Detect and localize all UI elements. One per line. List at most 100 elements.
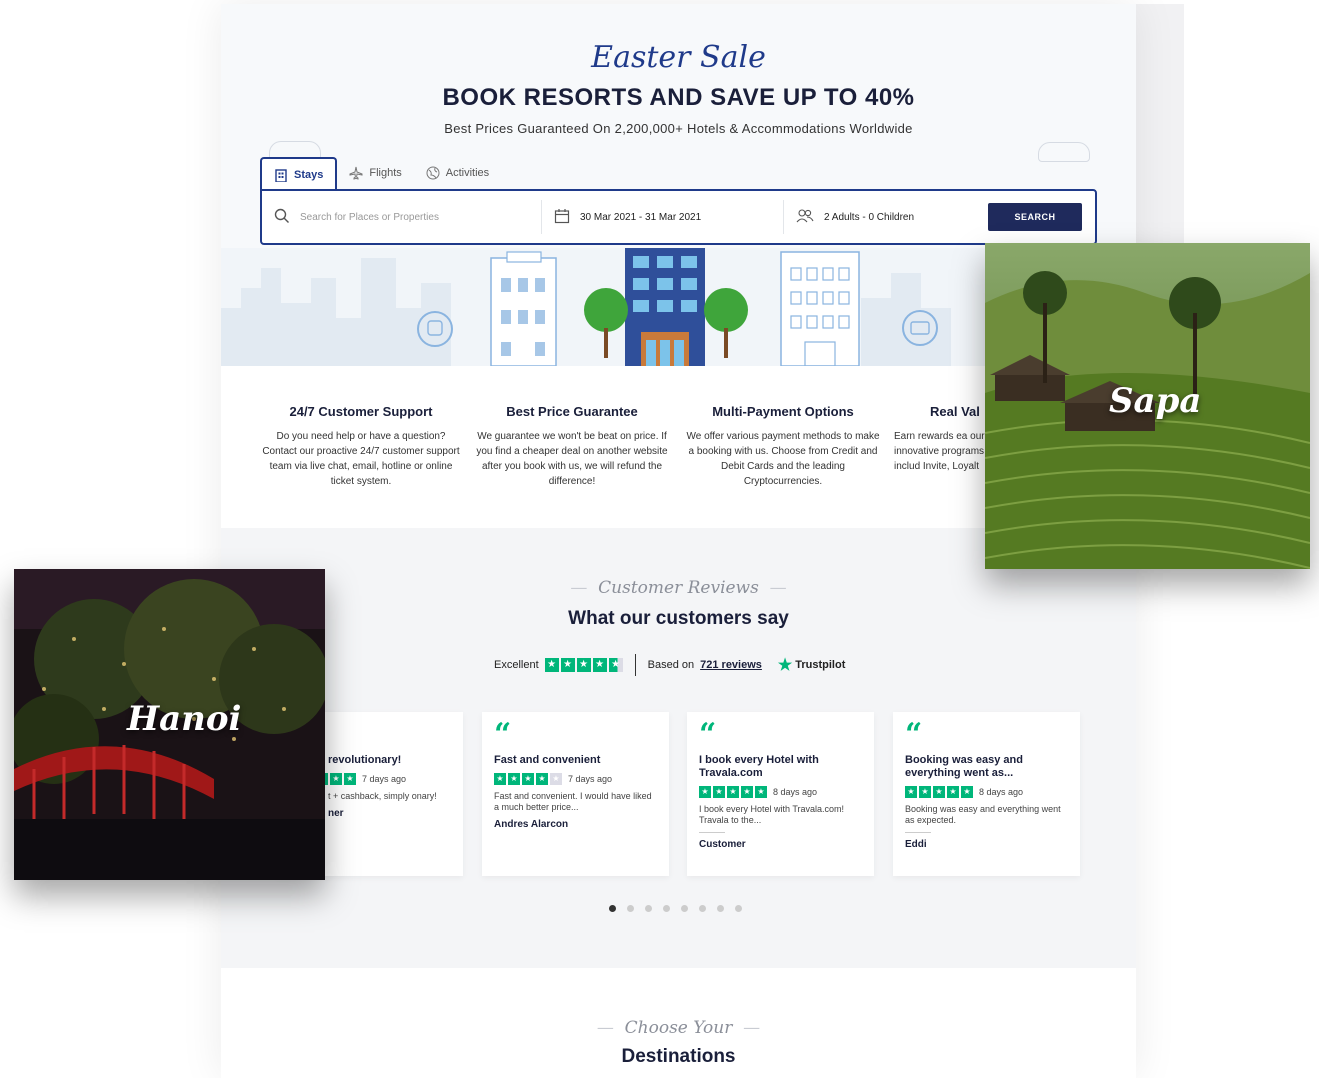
feature-real-value: Real Val Earn rewards ea our innovative …: [894, 404, 994, 474]
review-card[interactable]: “ Fast and convenient ★ ★ ★ ★ ★ 7 days a…: [482, 712, 669, 876]
feature-title: Best Price Guarantee: [506, 404, 638, 419]
rating-stars: ★ ★ ★ ★ ★: [699, 786, 767, 798]
feature-title: 24/7 Customer Support: [289, 404, 433, 419]
hero-title: BOOK RESORTS AND SAVE UP TO 40%: [442, 84, 915, 111]
search-tabs: Stays Flights Activities: [260, 157, 501, 191]
divider: [905, 832, 931, 833]
hanoi-photo: Hanoi: [14, 569, 325, 880]
feature-text: Do you need help or have a question? Con…: [262, 431, 460, 487]
feature-title: Multi-Payment Options: [712, 404, 854, 419]
tab-stays[interactable]: Stays: [260, 157, 338, 191]
cloud-decoration: [1038, 142, 1090, 162]
search-button[interactable]: SEARCH: [988, 203, 1082, 231]
star-icon: ★: [919, 786, 931, 798]
review-card[interactable]: “ I book every Hotel with Travala.com ★ …: [687, 712, 874, 876]
star-icon: ★: [536, 773, 548, 785]
search-icon: [274, 208, 290, 227]
sapa-label: Sapa: [1109, 381, 1202, 421]
page-shadow: [1136, 4, 1184, 244]
star-icon: ★: [576, 658, 591, 672]
pager-dot[interactable]: [699, 905, 706, 912]
star-icon: ★: [741, 786, 753, 798]
rating-word: Excellent: [494, 659, 539, 671]
star-icon: ★: [344, 773, 356, 785]
star-icon: ★: [755, 786, 767, 798]
review-text: Booking was easy and everything went as …: [905, 804, 1061, 825]
trustpilot-summary: Excellent ★ ★ ★ ★ ★ Based on 721 reviews…: [494, 654, 845, 676]
star-icon: ★: [727, 786, 739, 798]
search-bar: Search for Places or Properties 30 Mar 2…: [260, 189, 1097, 245]
sale-script-title: Easter Sale: [591, 40, 766, 75]
reviews-script-title: — Customer Reviews —: [570, 578, 787, 598]
review-rating: ★ ★ ★ ★ ★ 7 days ago: [494, 773, 657, 785]
feature-multi-payment: Multi-Payment Options We offer various p…: [683, 404, 883, 489]
star-icon: ★: [713, 786, 725, 798]
reviews-count-link[interactable]: 721 reviews: [700, 659, 762, 671]
star-icon: ★: [592, 658, 607, 672]
review-date: 8 days ago: [773, 787, 818, 797]
review-date: 7 days ago: [362, 774, 407, 784]
globe-icon: [426, 166, 440, 180]
building-icon: [274, 168, 288, 182]
search-placeholder: Search for Places or Properties: [300, 211, 439, 223]
carousel-pager: [609, 905, 742, 912]
review-title: Fast and convenient: [494, 754, 601, 766]
tab-label: Activities: [445, 167, 490, 179]
hero-subtitle: Best Prices Guaranteed On 2,200,000+ Hot…: [444, 121, 913, 136]
plane-icon: [349, 166, 363, 180]
date-range-field[interactable]: 30 Mar 2021 - 31 Mar 2021: [542, 200, 784, 234]
quote-icon: “: [699, 717, 717, 752]
review-author: Eddi: [905, 839, 927, 850]
star-icon: ★: [608, 658, 623, 672]
reviews-section: — Customer Reviews — What our customers …: [221, 528, 1136, 968]
search-input[interactable]: Search for Places or Properties: [262, 200, 542, 234]
pager-dot[interactable]: [645, 905, 652, 912]
star-icon: ★: [544, 658, 559, 672]
review-title: Booking was easy and everything went as.…: [905, 754, 1023, 779]
guests-value: 2 Adults - 0 Children: [824, 211, 915, 223]
star-icon: ★: [522, 773, 534, 785]
star-icon: ★: [330, 773, 342, 785]
quote-icon: “: [905, 717, 923, 752]
pager-dot[interactable]: [609, 905, 616, 912]
star-icon: ★: [550, 773, 562, 785]
date-range-value: 30 Mar 2021 - 31 Mar 2021: [580, 211, 702, 223]
review-card[interactable]: “ Booking was easy and everything went a…: [893, 712, 1080, 876]
review-text: I book every Hotel with Travala.com! Tra…: [699, 804, 845, 825]
tab-activities[interactable]: Activities: [414, 157, 501, 189]
trustpilot-star-icon: ★: [777, 657, 793, 674]
feature-text: Earn rewards ea our innovative programs …: [894, 431, 985, 472]
pager-dot[interactable]: [735, 905, 742, 912]
star-icon: ★: [961, 786, 973, 798]
destinations-section: — Choose Your — Destinations: [221, 968, 1136, 1078]
pager-dot[interactable]: [663, 905, 670, 912]
pager-dot[interactable]: [627, 905, 634, 912]
trustpilot-logo[interactable]: ★ Trustpilot: [778, 655, 845, 675]
review-text: Fast and convenient. I would have liked …: [494, 791, 652, 812]
tab-label: Flights: [369, 167, 402, 179]
divider: [634, 654, 636, 676]
divider: [699, 832, 725, 833]
feature-title: Real Val: [930, 404, 980, 419]
destinations-script-title: — Choose Your —: [596, 1018, 761, 1038]
star-icon: ★: [560, 658, 575, 672]
review-title: I book every Hotel with Travala.com: [699, 754, 819, 779]
review-date: 8 days ago: [979, 787, 1024, 797]
pager-dot[interactable]: [717, 905, 724, 912]
review-rating: ★ ★ ★ ★ ★ 8 days ago: [699, 786, 862, 798]
destinations-title: Destinations: [621, 1046, 736, 1067]
feature-text: We guarantee we won't be beat on price. …: [476, 431, 668, 487]
rating-stars: ★ ★ ★ ★ ★: [494, 773, 562, 785]
star-icon: ★: [699, 786, 711, 798]
star-icon: ★: [933, 786, 945, 798]
pager-dot[interactable]: [681, 905, 688, 912]
sapa-photo: Sapa: [985, 243, 1310, 569]
quote-icon: “: [494, 717, 512, 752]
star-icon: ★: [508, 773, 520, 785]
tab-label: Stays: [294, 169, 324, 181]
feature-best-price: Best Price Guarantee We guarantee we won…: [472, 404, 672, 489]
hanoi-label: Hanoi: [127, 699, 242, 739]
tab-flights[interactable]: Flights: [337, 157, 413, 189]
guests-field[interactable]: 2 Adults - 0 Children: [784, 200, 984, 234]
star-icon: ★: [494, 773, 506, 785]
